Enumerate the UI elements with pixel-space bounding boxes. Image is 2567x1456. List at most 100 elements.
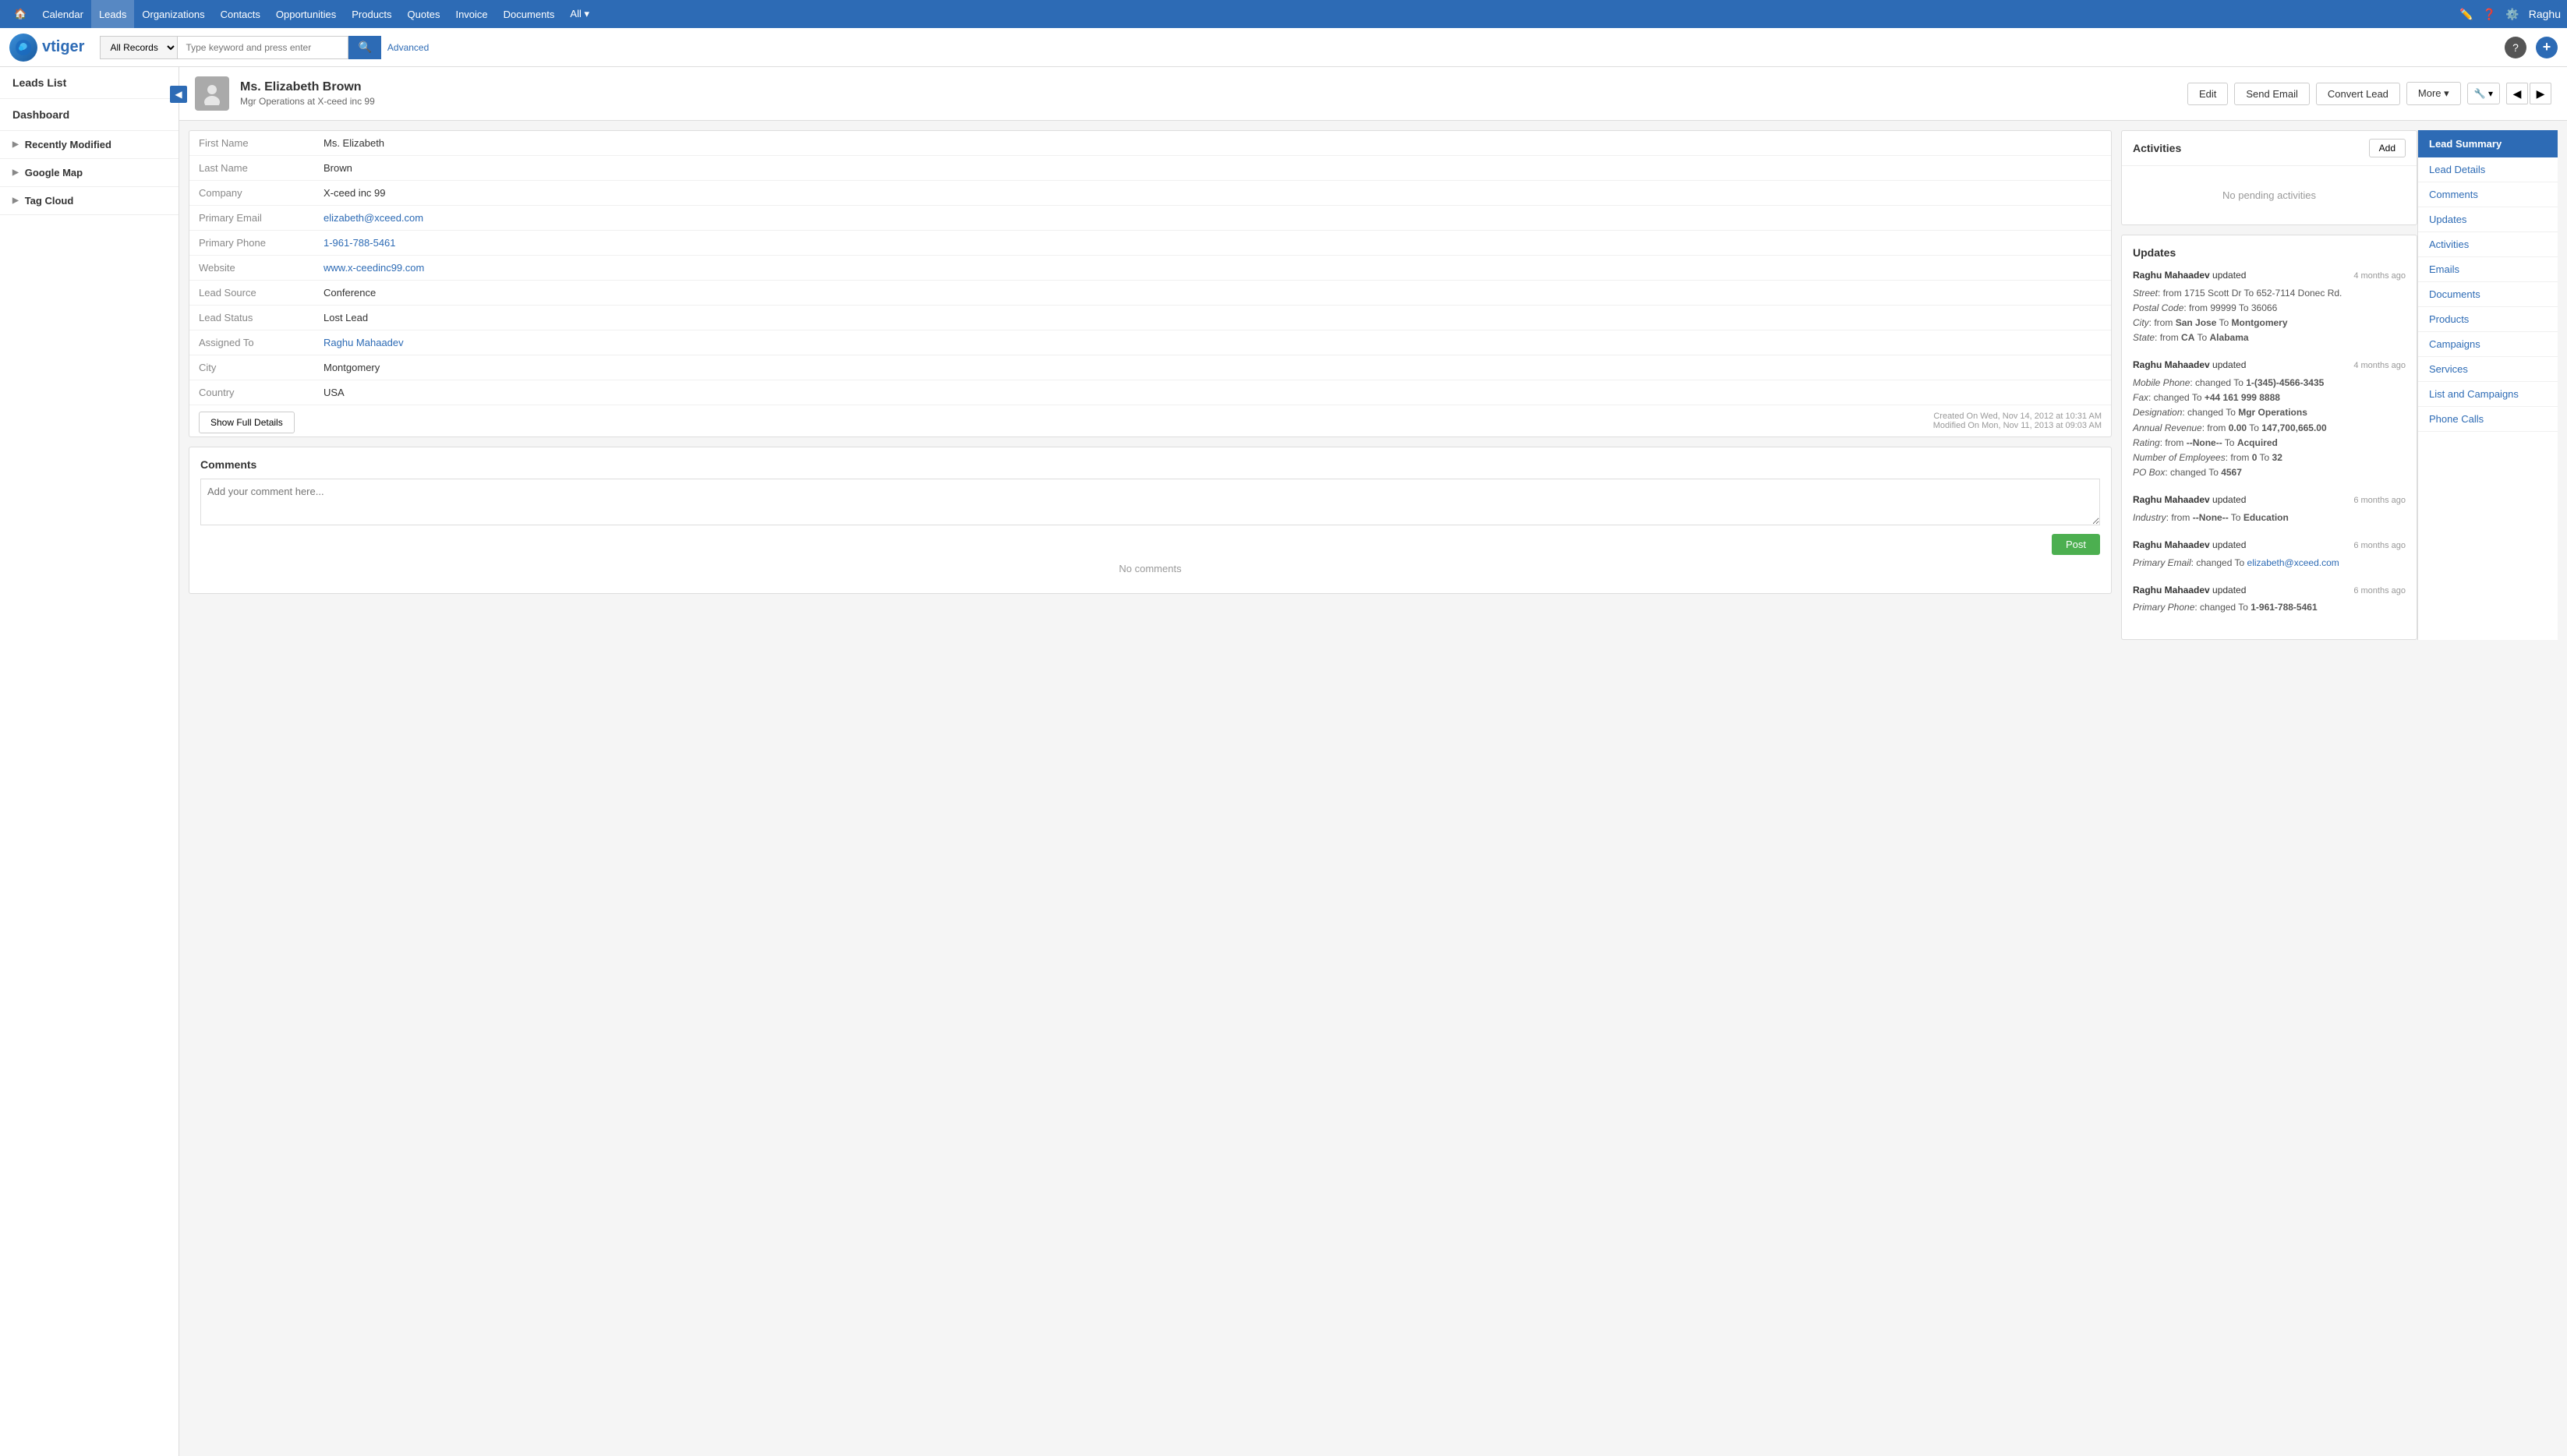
field-label: Website	[189, 256, 314, 281]
calendar-nav-item[interactable]: Calendar	[34, 0, 91, 28]
send-email-button[interactable]: Send Email	[2234, 83, 2309, 105]
phone-link[interactable]: 1-961-788-5461	[324, 237, 396, 249]
add-button[interactable]: +	[2536, 37, 2558, 58]
show-full-details-button[interactable]: Show Full Details	[199, 412, 295, 433]
email-update-link[interactable]: elizabeth@xceed.com	[2247, 557, 2339, 568]
right-nav-comments[interactable]: Comments	[2418, 182, 2558, 207]
post-comment-button[interactable]: Post	[2052, 534, 2100, 555]
right-nav-emails[interactable]: Emails	[2418, 257, 2558, 282]
sidebar-collapse-button[interactable]: ◀	[170, 86, 187, 103]
organizations-nav-item[interactable]: Organizations	[134, 0, 212, 28]
right-nav-lead-details[interactable]: Lead Details	[2418, 157, 2558, 182]
update-header-3: Raghu Mahaadev updated 6 months ago	[2133, 493, 2406, 508]
update-entry-1: Raghu Mahaadev updated 4 months ago Stre…	[2133, 268, 2406, 345]
dashboard-header[interactable]: Dashboard	[0, 99, 179, 131]
comment-actions: Post	[200, 534, 2100, 555]
invoice-nav-item[interactable]: Invoice	[447, 0, 495, 28]
convert-lead-button[interactable]: Convert Lead	[2316, 83, 2400, 105]
help-circle-icon[interactable]: ?	[2505, 37, 2526, 58]
table-row: First Name Ms. Elizabeth	[189, 131, 2111, 156]
activities-header: Activities Add	[2122, 131, 2417, 166]
recently-modified-toggle[interactable]: ▶ Recently Modified	[0, 131, 179, 158]
right-nav-activities[interactable]: Activities	[2418, 232, 2558, 257]
activities-title: Activities	[2133, 142, 2369, 154]
next-record-button[interactable]: ▶	[2530, 83, 2551, 104]
logo-text: vtiger	[42, 38, 84, 56]
update-user-1: Raghu Mahaadev updated	[2133, 268, 2246, 283]
settings-icon[interactable]: ⚙️	[2505, 8, 2519, 21]
add-activity-button[interactable]: Add	[2369, 139, 2406, 157]
update-header-5: Raghu Mahaadev updated 6 months ago	[2133, 583, 2406, 599]
leads-list-header[interactable]: Leads List	[0, 67, 179, 99]
field-value: USA	[314, 380, 2111, 405]
right-nav-campaigns[interactable]: Campaigns	[2418, 332, 2558, 357]
email-link[interactable]: elizabeth@xceed.com	[324, 212, 423, 224]
edit-button[interactable]: Edit	[2187, 83, 2228, 105]
update-user-4: Raghu Mahaadev updated	[2133, 538, 2246, 553]
tag-cloud-label: Tag Cloud	[25, 195, 74, 207]
activities-card: Activities Add No pending activities	[2121, 130, 2417, 225]
assigned-to-link[interactable]: Raghu Mahaadev	[324, 337, 404, 348]
home-nav-item[interactable]: 🏠	[6, 0, 34, 28]
lead-header: Ms. Elizabeth Brown Mgr Operations at X-…	[179, 67, 2567, 121]
username-label[interactable]: Raghu	[2529, 8, 2561, 20]
advanced-search-link[interactable]: Advanced	[387, 42, 429, 53]
right-nav-updates[interactable]: Updates	[2418, 207, 2558, 232]
website-link[interactable]: www.x-ceedinc99.com	[324, 262, 424, 274]
field-value: X-ceed inc 99	[314, 181, 2111, 206]
updates-card: Updates Raghu Mahaadev updated 4 months …	[2121, 235, 2417, 640]
search-scope-select[interactable]: All Records	[100, 36, 177, 59]
google-map-arrow: ▶	[12, 168, 19, 177]
field-value: www.x-ceedinc99.com	[314, 256, 2111, 281]
tag-cloud-toggle[interactable]: ▶ Tag Cloud	[0, 187, 179, 214]
top-nav-right: ✏️ ❓ ⚙️ Raghu	[2459, 8, 2561, 21]
search-bar-right-icons: ? +	[2505, 37, 2558, 58]
field-label: First Name	[189, 131, 314, 156]
edit-icon[interactable]: ✏️	[2459, 8, 2473, 21]
table-row: Primary Phone 1-961-788-5461	[189, 231, 2111, 256]
tag-cloud-arrow: ▶	[12, 196, 19, 205]
right-nav-services[interactable]: Services	[2418, 357, 2558, 382]
more-button[interactable]: More ▾	[2406, 82, 2461, 105]
quotes-nav-item[interactable]: Quotes	[400, 0, 448, 28]
field-value: Conference	[314, 281, 2111, 306]
tool-icon-button[interactable]: 🔧 ▾	[2467, 83, 2500, 104]
lead-subtitle: Mgr Operations at X-ceed inc 99	[240, 96, 375, 107]
main-grid: First Name Ms. Elizabeth Last Name Brown…	[179, 121, 2567, 649]
all-nav-item[interactable]: All ▾	[562, 0, 597, 28]
field-label: Last Name	[189, 156, 314, 181]
left-panel: First Name Ms. Elizabeth Last Name Brown…	[189, 130, 2112, 640]
products-nav-item[interactable]: Products	[344, 0, 399, 28]
right-nav-list-campaigns[interactable]: List and Campaigns	[2418, 382, 2558, 407]
contacts-nav-item[interactable]: Contacts	[213, 0, 268, 28]
no-comments-label: No comments	[200, 555, 2100, 582]
opportunities-nav-item[interactable]: Opportunities	[268, 0, 344, 28]
content-area: Ms. Elizabeth Brown Mgr Operations at X-…	[179, 67, 2567, 1456]
update-entry-3: Raghu Mahaadev updated 6 months ago Indu…	[2133, 493, 2406, 525]
right-nav-documents[interactable]: Documents	[2418, 282, 2558, 307]
search-bar: vtiger All Records 🔍 Advanced ? +	[0, 28, 2567, 67]
update-header-2: Raghu Mahaadev updated 4 months ago	[2133, 358, 2406, 373]
documents-nav-item[interactable]: Documents	[496, 0, 563, 28]
update-header-1: Raghu Mahaadev updated 4 months ago	[2133, 268, 2406, 284]
right-nav-products[interactable]: Products	[2418, 307, 2558, 332]
right-nav-phone-calls[interactable]: Phone Calls	[2418, 407, 2558, 432]
right-nav-header: Lead Summary	[2418, 130, 2558, 157]
prev-record-button[interactable]: ◀	[2506, 83, 2528, 104]
update-text-1: Street: from 1715 Scott Dr To 652-7114 D…	[2133, 286, 2406, 346]
created-on-label: Created On Wed, Nov 14, 2012 at 10:31 AM	[199, 412, 2102, 421]
field-value: Lost Lead	[314, 306, 2111, 330]
field-label: Assigned To	[189, 330, 314, 355]
help-icon[interactable]: ❓	[2483, 8, 2496, 21]
field-value: elizabeth@xceed.com	[314, 206, 2111, 231]
search-input[interactable]	[177, 36, 348, 59]
google-map-toggle[interactable]: ▶ Google Map	[0, 159, 179, 186]
leads-nav-item[interactable]: Leads	[91, 0, 134, 28]
recently-modified-label: Recently Modified	[25, 139, 111, 150]
search-button[interactable]: 🔍	[348, 36, 380, 59]
table-row: Country USA	[189, 380, 2111, 405]
field-label: Primary Email	[189, 206, 314, 231]
sidebar: Leads List Dashboard ▶ Recently Modified…	[0, 67, 179, 1456]
comment-textarea[interactable]	[200, 479, 2100, 525]
update-entry-2: Raghu Mahaadev updated 4 months ago Mobi…	[2133, 358, 2406, 480]
